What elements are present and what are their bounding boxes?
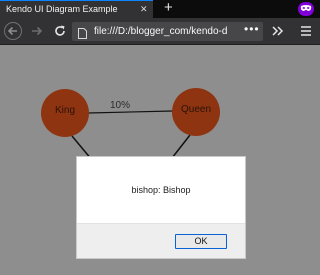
page-icon — [78, 26, 87, 39]
navigation-bar: file:///D:/blogger_com/kendo-diagram ••• — [0, 18, 320, 45]
new-tab-button[interactable]: + — [164, 0, 173, 16]
alert-body: bishop: Bishop — [77, 157, 245, 223]
back-arrow-icon[interactable] — [4, 22, 22, 40]
alert-dialog: bishop: Bishop OK — [76, 156, 246, 259]
tab-title: Kendo UI Diagram Example — [6, 4, 118, 14]
url-bar[interactable]: file:///D:/blogger_com/kendo-diagram ••• — [72, 22, 263, 41]
page-actions-button[interactable]: ••• — [244, 22, 260, 36]
diagram-node-king[interactable]: King — [41, 89, 89, 137]
private-mask-icon — [298, 2, 314, 16]
connection-label: 10% — [110, 100, 131, 111]
tab-kendo-diagram[interactable]: Kendo UI Diagram Example ✕ — [0, 0, 153, 18]
node-label: Queen — [180, 104, 212, 115]
forward-arrow-icon[interactable] — [28, 22, 46, 40]
connection-king-queen — [87, 110, 174, 114]
hamburger-menu-icon[interactable] — [300, 24, 312, 38]
node-label: King — [54, 105, 75, 116]
chevron-double-right-icon[interactable] — [270, 22, 286, 40]
tab-strip: Kendo UI Diagram Example ✕ + — [0, 0, 320, 18]
alert-footer: OK — [77, 223, 245, 258]
connection-queen-bishop — [171, 134, 191, 159]
ok-button[interactable]: OK — [175, 234, 227, 249]
alert-message: bishop: Bishop — [131, 185, 191, 195]
diagram-node-queen[interactable]: Queen — [172, 88, 220, 136]
tab-close-icon[interactable]: ✕ — [140, 4, 148, 15]
reload-icon[interactable] — [51, 22, 69, 40]
url-text[interactable]: file:///D:/blogger_com/kendo-diagram — [94, 26, 228, 37]
